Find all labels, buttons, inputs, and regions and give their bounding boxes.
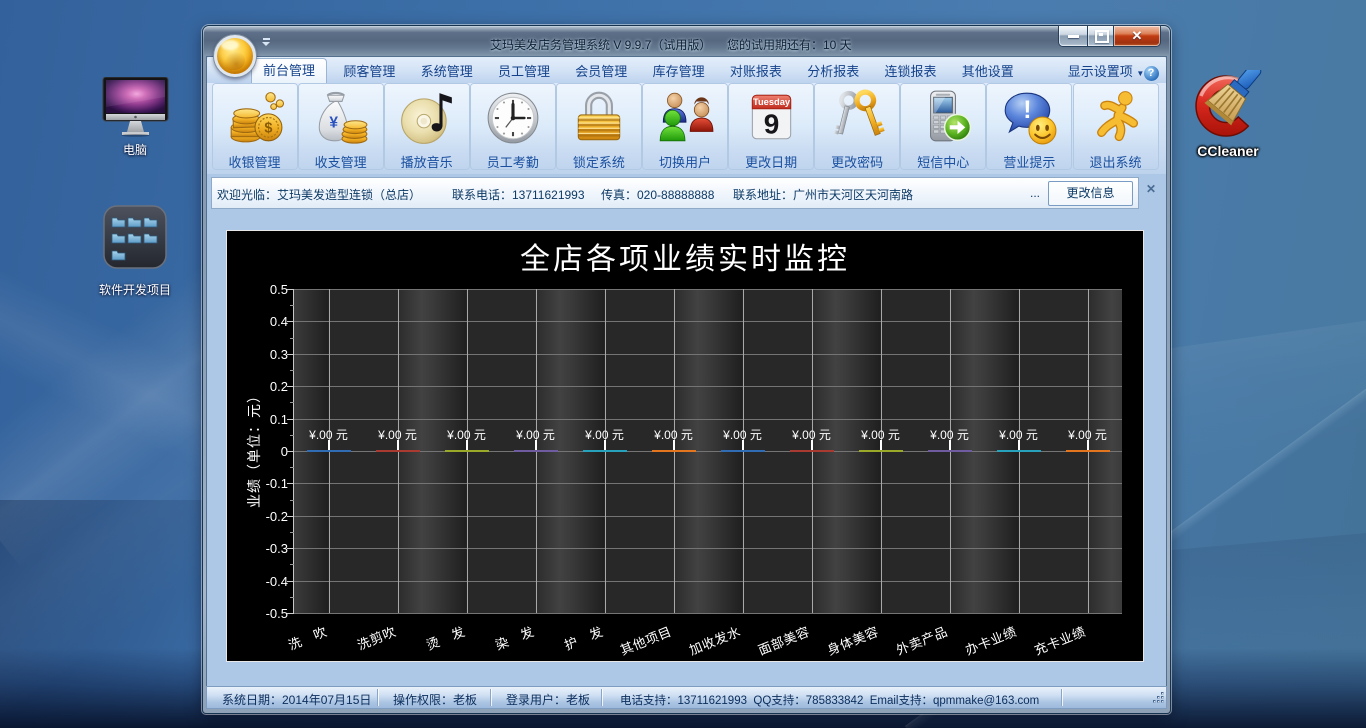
svg-text:9: 9 [764, 109, 780, 140]
svg-text:¥: ¥ [329, 114, 338, 131]
svg-text:Tuesday: Tuesday [753, 97, 791, 107]
svg-text:$: $ [264, 121, 272, 137]
svg-text:!: ! [1024, 97, 1032, 124]
